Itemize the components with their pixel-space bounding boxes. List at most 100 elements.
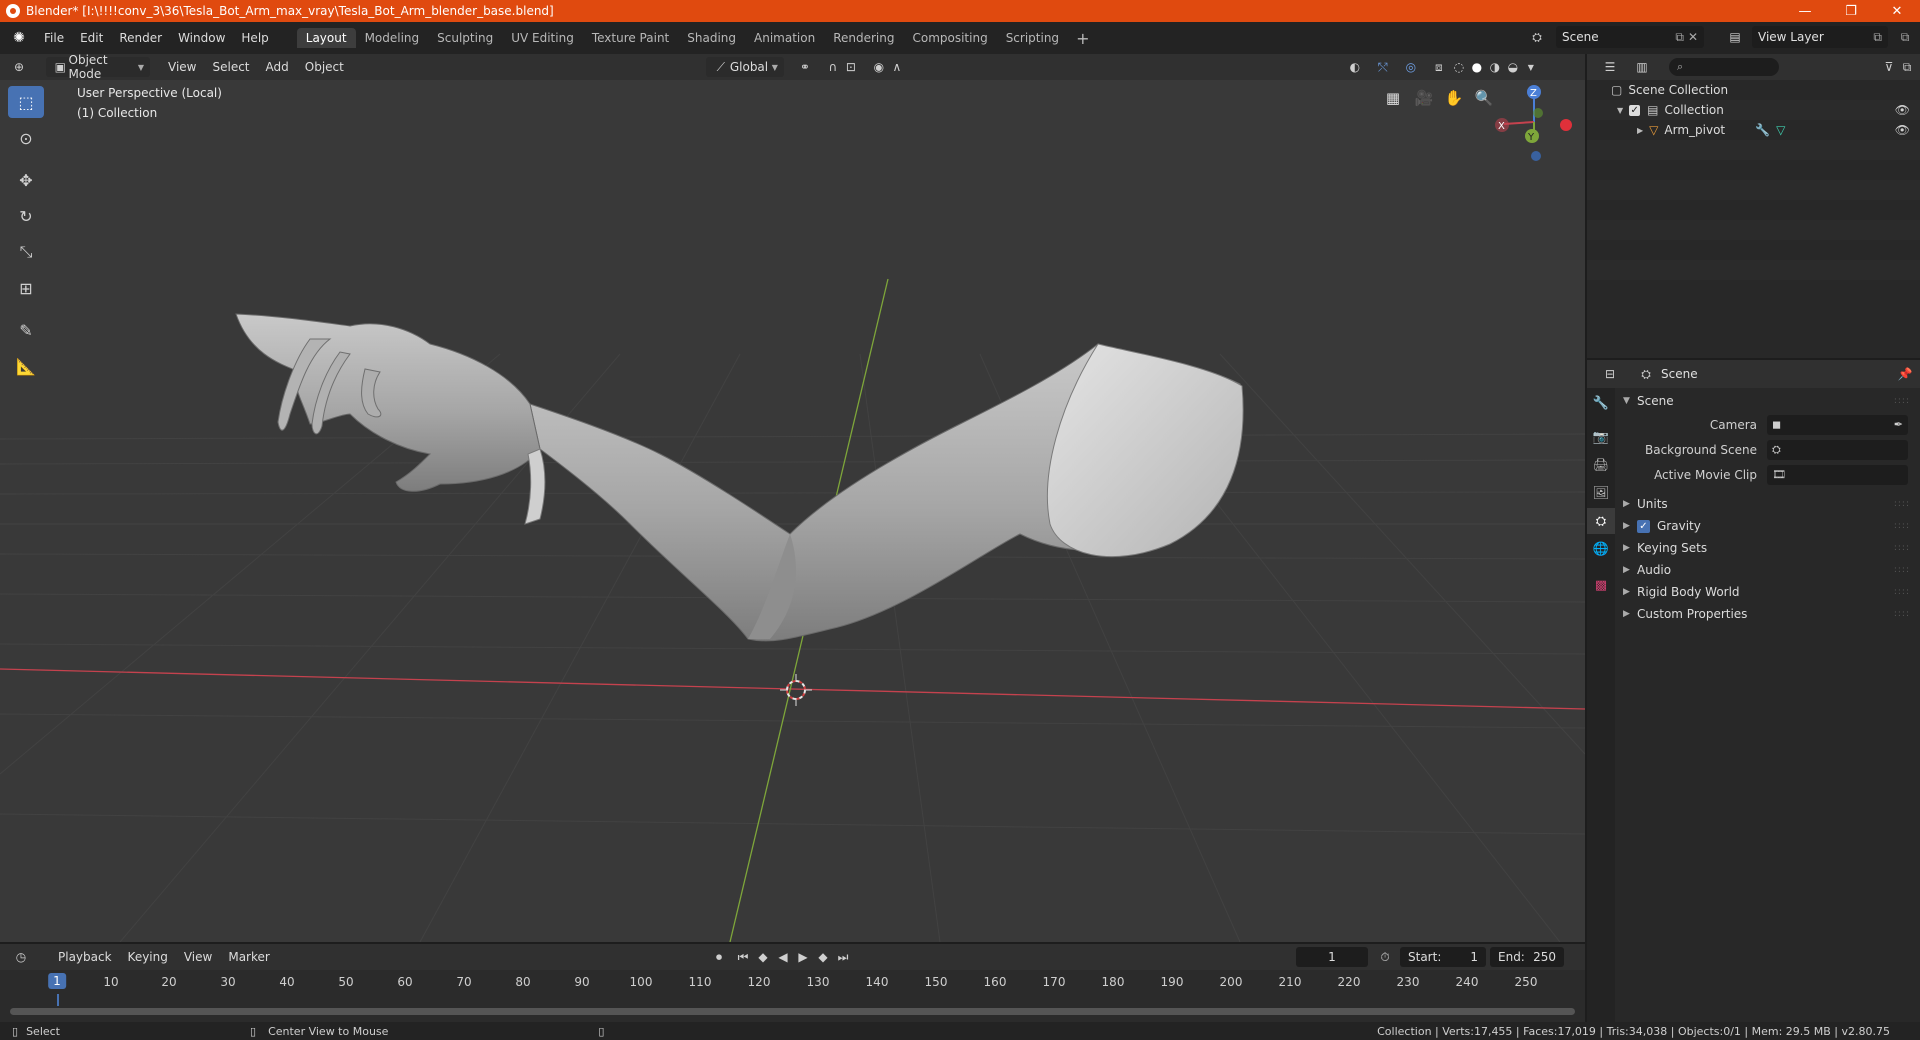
drag-handle-icon[interactable]: ::::	[1894, 609, 1910, 619]
menu-object[interactable]: Object	[297, 60, 352, 74]
falloff-icon[interactable]: ∧	[888, 58, 906, 76]
stopwatch-icon[interactable]: ⏱	[1376, 948, 1394, 966]
menu-edit[interactable]: Edit	[72, 22, 111, 54]
view-layer-selector[interactable]: View Layer ⧉	[1752, 26, 1888, 48]
tab-view-layer-icon[interactable]: 🖼	[1587, 480, 1615, 506]
tab-rendering[interactable]: Rendering	[824, 28, 903, 48]
shading-solid-icon[interactable]: ●	[1468, 58, 1486, 76]
expand-arrow-icon[interactable]: ▶	[1637, 126, 1643, 135]
editor-type-icon[interactable]: ◷	[12, 948, 30, 966]
play-icon[interactable]: ▶	[794, 948, 812, 966]
view-layer-browse-icon[interactable]: ▤	[1726, 28, 1744, 46]
3d-viewport[interactable]: Z X Y ⊕ ▣ Object Mode ▼ View Select Add …	[0, 54, 1585, 942]
menu-view[interactable]: View	[176, 950, 220, 964]
snap-target-icon[interactable]: ⊡	[842, 58, 860, 76]
transform-tool[interactable]: ⊞	[8, 272, 44, 304]
drag-handle-icon[interactable]: ::::	[1894, 565, 1910, 575]
background-scene-field[interactable]: ⛭	[1767, 439, 1908, 460]
editor-type-icon[interactable]: ⊕	[10, 58, 28, 76]
editor-type-icon[interactable]: ⊟	[1601, 365, 1619, 383]
playhead[interactable]: 1	[48, 973, 66, 989]
start-frame-field[interactable]: Start: 1	[1400, 947, 1486, 967]
gizmo-toggle-icon[interactable]: ⤲	[1374, 58, 1392, 76]
gizmo-neg-z-icon[interactable]	[1531, 151, 1541, 161]
pan-view-icon[interactable]: ✋	[1440, 84, 1468, 112]
audio-panel-header[interactable]: ▶ Audio ::::	[1619, 559, 1916, 581]
next-keyframe-icon[interactable]: ◆	[814, 948, 832, 966]
overlays-toggle-icon[interactable]: ◎	[1402, 58, 1420, 76]
scene-panel-header[interactable]: ▼ Scene ::::	[1619, 390, 1916, 412]
minimize-button[interactable]: —	[1782, 0, 1828, 22]
blender-menu-icon[interactable]: ✺	[8, 27, 30, 49]
custom-properties-panel-header[interactable]: ▶ Custom Properties ::::	[1619, 603, 1916, 625]
menu-window[interactable]: Window	[170, 22, 233, 54]
scene-browse-icon[interactable]: ⛭	[1528, 28, 1546, 46]
snap-icon[interactable]: ∩	[824, 58, 842, 76]
play-reverse-icon[interactable]: ◀	[774, 948, 792, 966]
exclude-checkbox[interactable]: ✓	[1629, 104, 1641, 116]
menu-render[interactable]: Render	[111, 22, 170, 54]
outliner-row-scene-collection[interactable]: ▢ Scene Collection	[1587, 80, 1920, 100]
tab-compositing[interactable]: Compositing	[903, 28, 996, 48]
gravity-checkbox[interactable]: ✓	[1637, 519, 1650, 533]
measure-tool[interactable]: 📐	[8, 350, 44, 382]
toggle-ortho-icon[interactable]: ▦	[1379, 84, 1407, 112]
gravity-panel-header[interactable]: ▶ ✓ Gravity ::::	[1619, 515, 1916, 537]
outliner-search-input[interactable]: ⌕	[1669, 58, 1779, 76]
prev-keyframe-icon[interactable]: ◆	[754, 948, 772, 966]
menu-help[interactable]: Help	[233, 22, 276, 54]
filter-icon[interactable]: ⊽	[1880, 58, 1898, 76]
tab-shading[interactable]: Shading	[678, 28, 745, 48]
mesh-data-icon[interactable]: ▽	[1776, 123, 1785, 137]
move-tool[interactable]: ✥	[8, 164, 44, 196]
tab-texture-icon[interactable]: ▩	[1587, 572, 1615, 598]
tab-animation[interactable]: Animation	[745, 28, 824, 48]
add-workspace-button[interactable]: +	[1068, 29, 1097, 48]
drag-handle-icon[interactable]: ::::	[1894, 499, 1910, 509]
shading-options-icon[interactable]: ▼	[1522, 58, 1540, 76]
expand-arrow-icon[interactable]: ▼	[1617, 106, 1623, 115]
view-layer-new-icon[interactable]: ⧉	[1873, 30, 1882, 45]
navigation-gizmo[interactable]: Z X Y	[1495, 85, 1572, 161]
maximize-button[interactable]: ❐	[1828, 0, 1874, 22]
editor-type-icon[interactable]: ☰	[1601, 58, 1619, 76]
scene-remove-icon[interactable]: ✕	[1688, 30, 1698, 44]
outliner-row-collection[interactable]: ▼ ✓ ▤ Collection 👁	[1587, 100, 1920, 120]
outliner-row-arm-pivot[interactable]: ▶ ▽ Arm_pivot 🔧 ▽ 👁	[1587, 120, 1920, 140]
display-mode-icon[interactable]: ▥	[1633, 58, 1651, 76]
zoom-view-icon[interactable]: 🔍	[1470, 84, 1498, 112]
tab-texture-paint[interactable]: Texture Paint	[583, 28, 678, 48]
scale-tool[interactable]: ⤡	[8, 236, 44, 268]
current-frame-field[interactable]: 1	[1296, 947, 1368, 967]
rigid-body-world-panel-header[interactable]: ▶ Rigid Body World ::::	[1619, 581, 1916, 603]
pivot-point-icon[interactable]: ⚭	[796, 58, 814, 76]
drag-handle-icon[interactable]: ::::	[1894, 543, 1910, 553]
tab-scene-icon[interactable]: ⛭	[1587, 508, 1615, 534]
menu-playback[interactable]: Playback	[50, 950, 120, 964]
select-box-tool[interactable]: ⬚	[8, 86, 44, 118]
camera-field[interactable]: ◼ ✒	[1767, 414, 1908, 435]
3d-cursor-icon[interactable]	[780, 674, 812, 706]
tab-output-icon[interactable]: 🖨	[1587, 452, 1615, 478]
timeline-scrollbar[interactable]	[10, 1008, 1575, 1015]
new-collection-icon[interactable]: ⧉	[1898, 58, 1916, 76]
drag-handle-icon[interactable]: ::::	[1894, 587, 1910, 597]
eye-icon[interactable]: 👁	[1895, 103, 1910, 117]
mode-selector[interactable]: ▣ Object Mode ▼	[46, 54, 150, 81]
menu-select[interactable]: Select	[204, 60, 257, 74]
end-frame-field[interactable]: End: 250	[1490, 947, 1564, 967]
menu-marker[interactable]: Marker	[220, 950, 277, 964]
proportional-edit-icon[interactable]: ◉	[870, 58, 888, 76]
tab-tool-icon[interactable]: 🔧	[1587, 390, 1615, 416]
drag-handle-icon[interactable]: ::::	[1894, 521, 1910, 531]
pin-icon[interactable]: 📌	[1896, 365, 1914, 383]
annotate-tool[interactable]: ✎	[8, 314, 44, 346]
visibility-icon[interactable]: ◐	[1346, 58, 1364, 76]
shading-rendered-icon[interactable]: ◒	[1504, 58, 1522, 76]
active-movie-clip-field[interactable]: 🎞	[1767, 464, 1908, 485]
tab-render-icon[interactable]: 📷	[1587, 424, 1615, 450]
tab-uv-editing[interactable]: UV Editing	[502, 28, 583, 48]
drag-handle-icon[interactable]: ::::	[1894, 396, 1910, 406]
shading-wireframe-icon[interactable]: ◌	[1450, 58, 1468, 76]
tab-modeling[interactable]: Modeling	[356, 28, 429, 48]
